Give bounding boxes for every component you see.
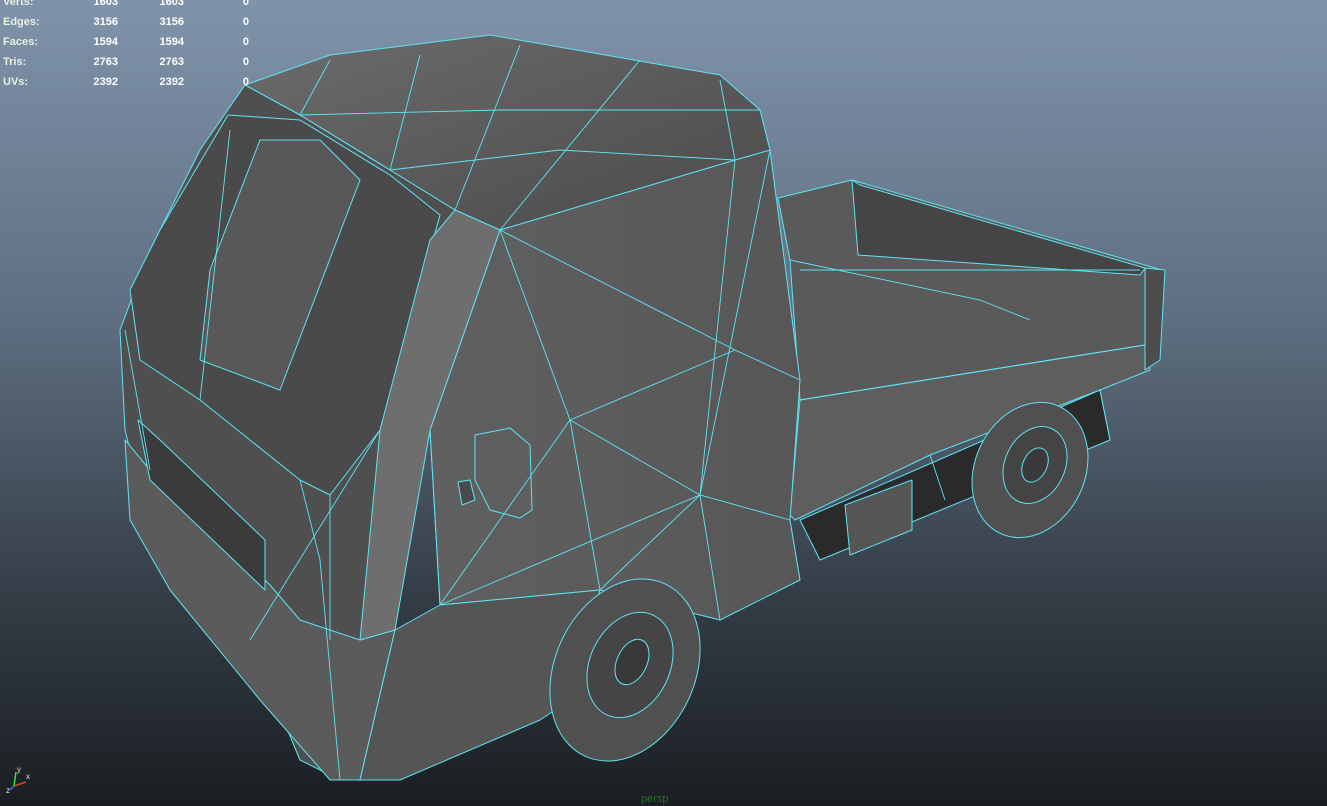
truck-model[interactable] <box>119 34 1166 786</box>
poly-count-hud: Verts: 1603 1603 0 Edges: 3156 3156 0 Fa… <box>3 0 249 92</box>
hud-row-verts: Verts: 1603 1603 0 <box>3 0 249 12</box>
hud-value: 0 <box>242 36 249 48</box>
hud-value: 2763 <box>93 56 118 68</box>
hud-value: 1603 <box>159 0 184 8</box>
camera-name-label: persp <box>641 793 669 805</box>
hud-value: 0 <box>242 56 249 68</box>
hud-label: Edges: <box>3 16 40 28</box>
hud-value: 0 <box>242 76 249 88</box>
hud-row-uvs: UVs: 2392 2392 0 <box>3 72 249 92</box>
hud-value: 1603 <box>93 0 118 8</box>
hud-label: UVs: <box>3 76 29 88</box>
axis-z-label: z <box>6 786 10 794</box>
hud-value: 0 <box>242 16 249 28</box>
hud-value: 1594 <box>93 36 118 48</box>
hud-row-tris: Tris: 2763 2763 0 <box>3 52 249 72</box>
hud-label: Faces: <box>3 36 38 48</box>
hud-value: 3156 <box>93 16 118 28</box>
hud-value: 1594 <box>159 36 184 48</box>
hud-row-edges: Edges: 3156 3156 0 <box>3 12 249 32</box>
hud-value: 3156 <box>159 16 184 28</box>
hud-value: 2763 <box>159 56 184 68</box>
axis-x-label: x <box>26 772 30 781</box>
hud-row-faces: Faces: 1594 1594 0 <box>3 32 249 52</box>
hud-label: Verts: <box>3 0 34 8</box>
view-axis-icon: x y z <box>6 765 30 794</box>
hud-value: 2392 <box>159 76 184 88</box>
hud-value: 2392 <box>93 76 118 88</box>
axis-y-label: y <box>17 765 21 774</box>
hud-value: 0 <box>242 0 249 8</box>
viewport-3d[interactable] <box>0 0 1327 806</box>
bed-end-panel[interactable] <box>1144 267 1166 371</box>
hud-label: Tris: <box>3 56 27 68</box>
